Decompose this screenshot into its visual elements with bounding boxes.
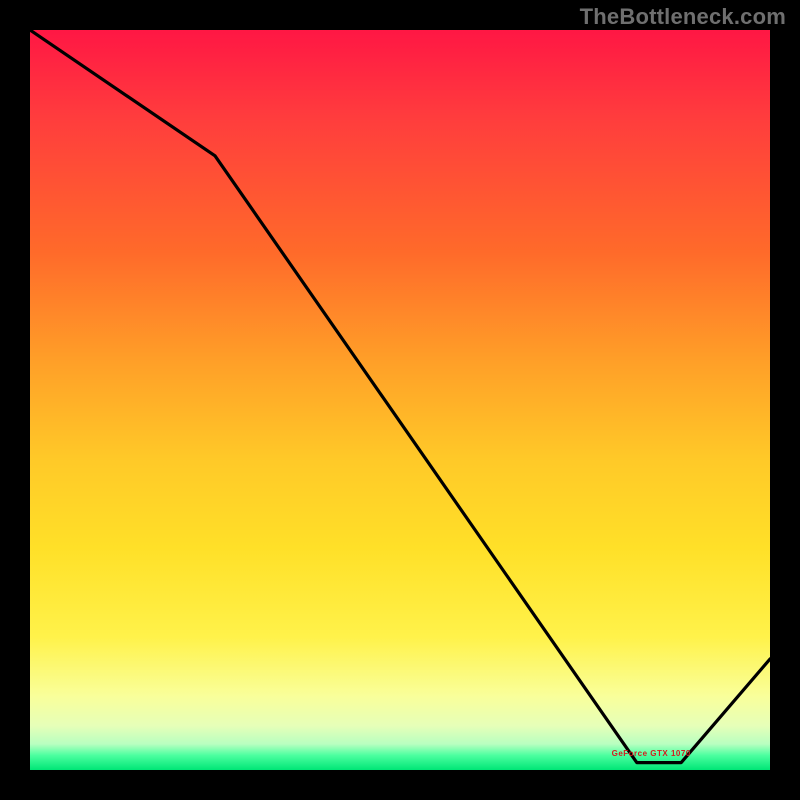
watermark-text: TheBottleneck.com bbox=[580, 4, 786, 30]
gradient-background bbox=[30, 30, 770, 770]
chart-stage: TheBottleneck.com GeForce GTX 1070 bbox=[0, 0, 800, 800]
plot-area: GeForce GTX 1070 bbox=[30, 30, 770, 770]
annotation-label: GeForce GTX 1070 bbox=[612, 749, 691, 758]
